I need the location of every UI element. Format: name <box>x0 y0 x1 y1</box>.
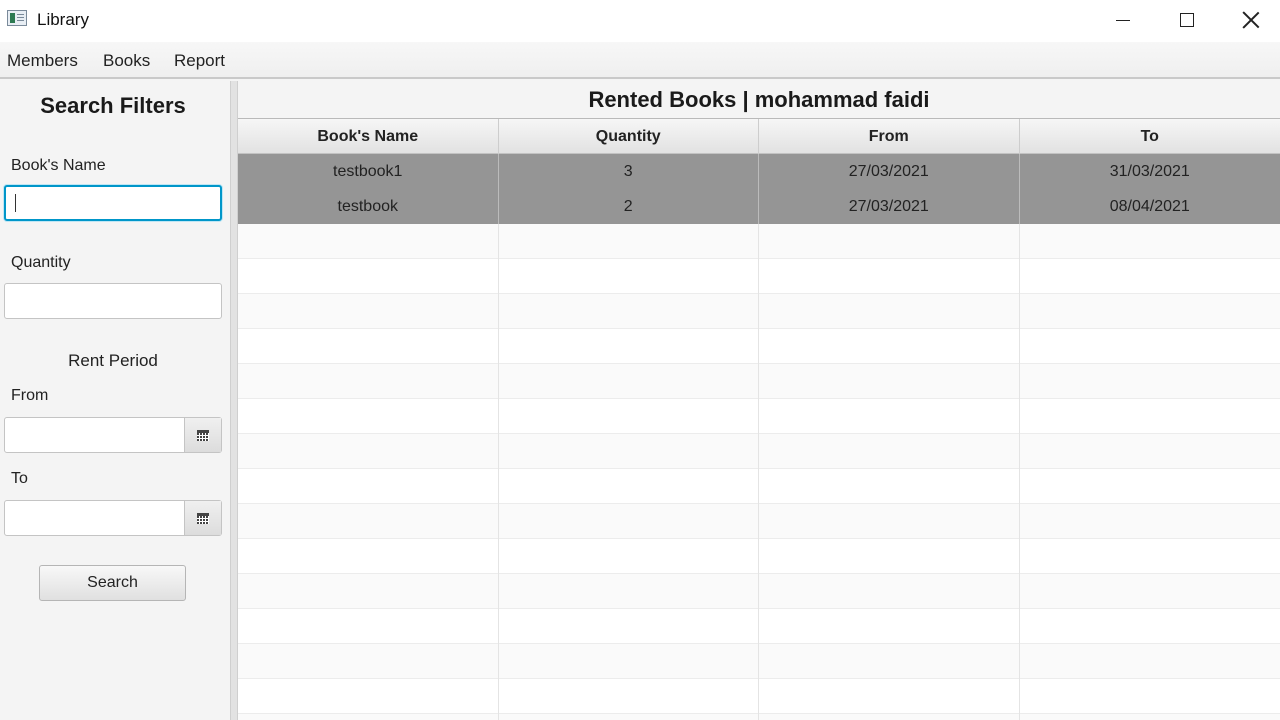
to-label: To <box>11 470 28 487</box>
calendar-icon <box>197 512 209 524</box>
column-header-book-name[interactable]: Book's Name <box>238 119 499 154</box>
rent-period-label: Rent Period <box>68 351 158 370</box>
book-name-label: Book's Name <box>11 157 106 174</box>
empty-table-row <box>238 224 1280 259</box>
empty-table-row <box>238 644 1280 679</box>
empty-table-row <box>238 259 1280 294</box>
book-name-input[interactable] <box>4 185 222 221</box>
cell-quantity: 3 <box>499 154 759 189</box>
text-caret <box>15 194 16 212</box>
cell-to: 31/03/2021 <box>1109 163 1190 180</box>
empty-table-row <box>238 679 1280 714</box>
window-title: Library <box>37 10 89 29</box>
empty-table-row <box>238 574 1280 609</box>
rented-books-panel: Rented Books | mohammad faidi Book's Nam… <box>238 81 1280 720</box>
rented-books-table: Book's Name Quantity From To testbook1 3… <box>238 118 1280 720</box>
cell-from: 27/03/2021 <box>759 154 1020 189</box>
calendar-icon <box>197 429 209 441</box>
table-row[interactable]: testbook1 3 27/03/2021 31/03/2021 <box>238 154 1280 189</box>
empty-table-row <box>238 399 1280 434</box>
maximize-icon <box>1180 13 1194 27</box>
empty-table-row <box>238 714 1280 720</box>
filters-title: Search Filters <box>40 93 186 118</box>
library-app-icon <box>7 10 27 26</box>
page-title: Rented Books | mohammad faidi <box>588 87 930 112</box>
from-date-picker[interactable] <box>4 417 222 453</box>
to-calendar-button[interactable] <box>184 501 221 535</box>
cell-to: 08/04/2021 <box>1109 198 1190 215</box>
close-icon <box>1242 11 1260 29</box>
empty-table-row <box>238 294 1280 329</box>
search-button[interactable]: Search <box>39 565 186 601</box>
table-header: Book's Name Quantity From To <box>238 119 1280 154</box>
column-header-quantity[interactable]: Quantity <box>499 119 759 154</box>
empty-table-row <box>238 434 1280 469</box>
cell-quantity: 2 <box>499 189 759 224</box>
split-pane-divider[interactable] <box>230 81 238 720</box>
cell-book-name: testbook1 <box>238 154 499 189</box>
empty-table-row <box>238 329 1280 364</box>
empty-table-row <box>238 504 1280 539</box>
column-header-to[interactable]: To <box>1020 119 1280 154</box>
minimize-button[interactable] <box>1091 0 1155 40</box>
menu-bar: Members Books Report <box>0 42 1280 79</box>
from-calendar-button[interactable] <box>184 418 221 452</box>
quantity-label: Quantity <box>11 254 71 271</box>
column-header-from[interactable]: From <box>759 119 1020 154</box>
empty-table-row <box>238 539 1280 574</box>
empty-table-row <box>238 469 1280 504</box>
search-filters-panel: Search Filters Book's Name Quantity Rent… <box>0 81 230 720</box>
quantity-input[interactable] <box>4 283 222 319</box>
minimize-icon <box>1116 20 1130 21</box>
table-row[interactable]: testbook 2 27/03/2021 08/04/2021 <box>238 189 1280 224</box>
cell-book-name: testbook <box>238 189 499 224</box>
menu-members[interactable]: Members <box>7 51 78 71</box>
empty-table-row <box>238 364 1280 399</box>
from-label: From <box>11 387 49 404</box>
to-date-picker[interactable] <box>4 500 222 536</box>
close-button[interactable] <box>1219 0 1280 40</box>
cell-from: 27/03/2021 <box>759 189 1020 224</box>
empty-table-row <box>238 609 1280 644</box>
menu-books[interactable]: Books <box>103 51 150 71</box>
title-bar: Library <box>0 0 1280 42</box>
table-body: testbook1 3 27/03/2021 31/03/2021 testbo… <box>238 154 1280 720</box>
maximize-button[interactable] <box>1155 0 1219 40</box>
menu-report[interactable]: Report <box>174 51 225 71</box>
